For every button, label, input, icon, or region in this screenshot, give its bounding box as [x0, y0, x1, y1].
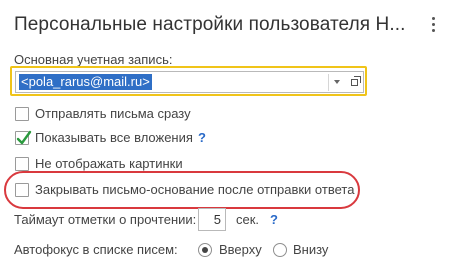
close-source-letter-checkbox[interactable]	[15, 183, 29, 197]
chevron-down-icon[interactable]	[330, 72, 344, 92]
account-field-focus-frame: <pola_rarus@mail.ru>	[10, 66, 367, 96]
read-timeout-label: Таймаут отметки о прочтении:	[14, 212, 197, 227]
more-actions-icon[interactable]	[428, 14, 440, 34]
account-value[interactable]: <pola_rarus@mail.ru>	[19, 74, 152, 90]
hide-images-label[interactable]: Не отображать картинки	[35, 156, 183, 171]
account-label: Основная учетная запись:	[14, 52, 173, 67]
window-title: Персональные настройки пользователя Н...	[14, 14, 406, 35]
show-attachments-label[interactable]: Показывать все вложения	[35, 130, 193, 145]
autofocus-label: Автофокус в списке писем:	[14, 242, 178, 257]
open-in-window-icon[interactable]	[347, 74, 363, 91]
read-timeout-value[interactable]: 5	[214, 212, 221, 227]
autofocus-bottom-label[interactable]: Внизу	[293, 242, 328, 257]
read-timeout-input[interactable]: 5	[198, 208, 226, 231]
autofocus-top-label[interactable]: Вверху	[219, 242, 262, 257]
send-immediately-checkbox[interactable]	[15, 107, 29, 121]
help-icon[interactable]: ?	[198, 130, 206, 145]
hide-images-checkbox[interactable]	[15, 157, 29, 171]
autofocus-bottom-radio[interactable]	[273, 243, 287, 257]
read-timeout-unit: сек.	[236, 212, 260, 227]
send-immediately-label[interactable]: Отправлять письма сразу	[35, 106, 191, 121]
autofocus-top-radio[interactable]	[198, 243, 212, 257]
close-source-letter-label[interactable]: Закрывать письмо-основание после отправк…	[35, 182, 354, 197]
show-attachments-checkbox[interactable]	[15, 130, 32, 145]
dropdown-separator	[328, 74, 329, 91]
account-select[interactable]: <pola_rarus@mail.ru>	[15, 71, 364, 93]
help-icon[interactable]: ?	[270, 212, 278, 227]
window-titlebar: Персональные настройки пользователя Н...	[0, 0, 464, 46]
checkmark-icon	[16, 130, 32, 145]
